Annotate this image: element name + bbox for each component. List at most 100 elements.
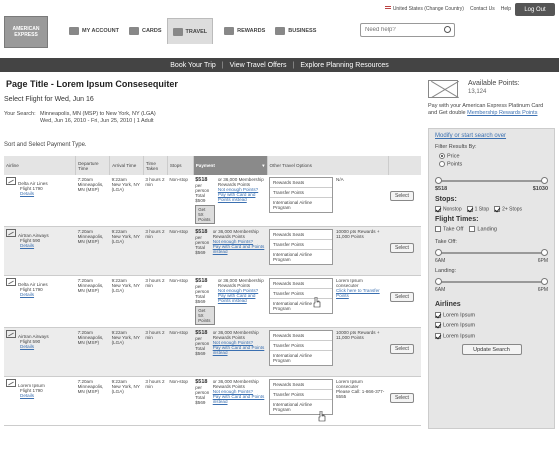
col-other-options[interactable]: Other Travel Options [267, 156, 389, 175]
logout-button[interactable]: Log Out [515, 3, 555, 16]
checkbox[interactable] [435, 205, 441, 212]
col-time-taken[interactable]: Time Taken [143, 156, 168, 175]
select-button[interactable]: Select [390, 292, 414, 302]
select-button[interactable]: Select [390, 393, 414, 403]
details-link[interactable]: Details [6, 393, 34, 398]
option-international-program[interactable]: International Airline Program [270, 351, 332, 365]
col-airline[interactable]: Airline [4, 156, 77, 175]
details-link[interactable]: Details [6, 292, 34, 297]
radio-points[interactable]: Points [439, 161, 548, 168]
option-transfer-points[interactable]: Transfer Points [270, 390, 332, 400]
search-input[interactable] [360, 23, 455, 37]
details-link[interactable]: Details [6, 243, 34, 248]
pay-with-card-points-link[interactable]: Pay with Card and Points instead [213, 345, 265, 355]
option-rewards-seats[interactable]: Rewards Seats [270, 178, 332, 188]
option-rewards-seats[interactable]: Rewards Seats [270, 279, 332, 289]
arrival-city: New York, NY (LGA) [111, 283, 140, 293]
airline-option[interactable]: Lorem Ipsum [435, 322, 548, 329]
promo-link[interactable]: Membership Rewards Points [467, 110, 537, 116]
utility-links: United States (Change Country) Contact U… [384, 6, 511, 12]
col-payment[interactable]: Payment ▾ [193, 156, 268, 175]
checkbox[interactable] [469, 226, 476, 233]
help-link[interactable]: Help [501, 6, 511, 12]
takeoff-slider[interactable] [435, 248, 548, 256]
nav-rewards[interactable]: REWARDS [219, 18, 270, 44]
radio-points-button[interactable] [439, 161, 445, 168]
option-transfer-points[interactable]: Transfer Points [270, 188, 332, 198]
slider-max-handle[interactable] [541, 176, 548, 184]
option-international-program[interactable]: International Airline Program [270, 250, 332, 264]
option-transfer-points[interactable]: Transfer Points [270, 341, 332, 351]
airline-option[interactable]: Lorem Ipsum [435, 311, 548, 318]
page-title: Page Title - Lorem Ipsum Consesequiter [6, 79, 178, 89]
nav-travel[interactable]: TRAVEL [166, 18, 214, 44]
plane-icon [6, 379, 16, 387]
option-rewards-seats[interactable]: Rewards Seats [270, 230, 332, 240]
subnav-planning[interactable]: Explore Planning Resources [300, 62, 388, 69]
takeoff-option[interactable]: Take Off [435, 226, 463, 233]
modify-search-link[interactable]: Modify or start search over [435, 133, 548, 139]
slider-max-handle[interactable] [541, 277, 548, 285]
slider-min-handle[interactable] [435, 248, 442, 256]
checkbox[interactable] [435, 322, 441, 329]
col-stops[interactable]: Stops [167, 156, 194, 175]
payment-cell: $518 per person Total $569 or 36,000 Member… [193, 327, 267, 377]
pay-with-card-points-link[interactable]: Pay with Card and Points instead [213, 394, 265, 404]
nav-cards[interactable]: CARDS [124, 18, 167, 44]
col-arrival[interactable]: Arrival Time [109, 156, 144, 175]
details-link[interactable]: Details [6, 191, 34, 196]
slider-min-handle[interactable] [435, 277, 442, 285]
stop-nonstop[interactable]: Nonstop [435, 205, 462, 212]
stop-2plus[interactable]: 2+ Stops [494, 205, 522, 212]
details-link[interactable]: Details [6, 344, 34, 349]
stop-1[interactable]: 1 Stop [466, 205, 489, 212]
select-button[interactable]: Select [390, 344, 414, 354]
airline-option[interactable]: Lorem Ipsum [435, 332, 548, 339]
landing-option[interactable]: Landing [469, 226, 497, 233]
option-transfer-points[interactable]: Transfer Points [270, 240, 332, 250]
airline-cell: Delta Air Lines Flight 1790 Details [4, 175, 76, 227]
country-link[interactable]: United States (Change Country) [384, 6, 464, 12]
search-icon[interactable] [444, 26, 451, 33]
get-points-button[interactable]: Get 5X Points [195, 205, 215, 224]
stops-cell: Non-stop [167, 376, 194, 426]
contact-link[interactable]: Contact Us [470, 6, 495, 12]
checkbox[interactable] [494, 205, 501, 212]
pay-with-card-points-link[interactable]: Pay with Card and Points instead [218, 192, 256, 202]
option-rewards-seats[interactable]: Rewards Seats [270, 331, 332, 341]
price-slider[interactable] [435, 176, 548, 184]
pay-with-card-points-link[interactable]: Pay with Card and Points instead [213, 244, 265, 254]
radio-price-button[interactable] [439, 153, 445, 159]
checkbox[interactable] [435, 332, 441, 339]
plane-icon [172, 27, 183, 36]
nav-my-account[interactable]: MY ACCOUNT [64, 18, 124, 44]
subnav-travel-offers[interactable]: View Travel Offers [230, 62, 287, 69]
pay-with-card-points-link[interactable]: Pay with Card and Points instead [218, 293, 256, 303]
option-international-program[interactable]: International Airline Program [270, 299, 332, 313]
hand-cursor-icon [313, 297, 321, 308]
other-info-extra[interactable]: Click here to Transfer Points [336, 288, 380, 298]
checkbox[interactable] [435, 226, 441, 233]
option-rewards-seats[interactable]: Rewards Seats [270, 380, 332, 390]
checkbox[interactable] [435, 311, 441, 318]
select-cell: Select [388, 226, 421, 276]
option-international-program[interactable]: International Airline Program [270, 198, 332, 212]
plane-icon [6, 177, 16, 185]
time-taken-cell: 3 hours 2 min [143, 376, 168, 426]
select-button[interactable]: Select [390, 191, 414, 201]
update-search-button[interactable]: Update Search [461, 344, 522, 356]
col-departure[interactable]: Departure Time [75, 156, 111, 175]
nav-business[interactable]: BUSINESS [270, 18, 321, 44]
radio-price[interactable]: Price [439, 153, 548, 159]
option-transfer-points[interactable]: Transfer Points [270, 289, 332, 299]
select-button[interactable]: Select [390, 243, 414, 253]
slider-min-handle[interactable] [435, 176, 442, 184]
slider-max-handle[interactable] [541, 248, 548, 256]
landing-slider[interactable] [435, 277, 548, 285]
subnav-book-trip[interactable]: Book Your Trip [170, 62, 216, 69]
select-cell: Select [388, 275, 421, 328]
get-points-button[interactable]: Get 5X Points [195, 306, 215, 325]
amex-logo[interactable]: AMERICAN EXPRESS [4, 16, 48, 48]
checkbox[interactable] [466, 205, 473, 212]
your-search-label: Your Search: [4, 111, 36, 117]
